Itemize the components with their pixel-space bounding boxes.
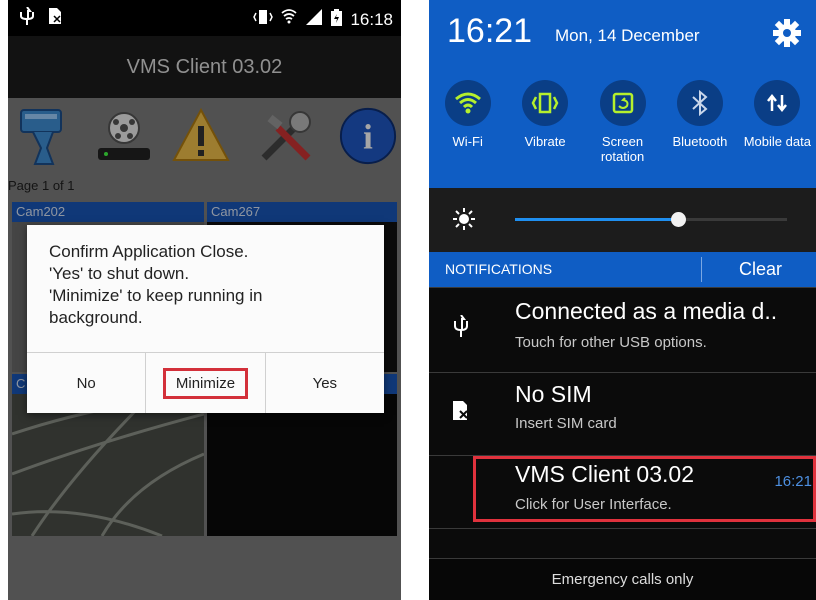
notification-subtitle: Touch for other USB options.	[515, 334, 707, 351]
usb-icon	[20, 6, 34, 30]
highlight-box	[473, 456, 816, 522]
wifi-icon	[281, 8, 298, 31]
bluetooth-icon	[676, 80, 723, 126]
quick-setting-label: Mobile data	[743, 134, 811, 149]
divider	[701, 257, 702, 282]
notification-title: No SIM	[515, 381, 592, 407]
dialog-line: Confirm Application Close.	[49, 242, 249, 261]
minimize-button[interactable]: Minimize	[146, 353, 266, 413]
status-bar: 16:18	[8, 0, 401, 36]
notifications-header: NOTIFICATIONS Clear	[429, 252, 816, 287]
usb-icon	[449, 314, 473, 338]
dialog-line: background.	[49, 308, 143, 327]
yes-button[interactable]: Yes	[266, 353, 384, 413]
dialog-buttons: No Minimize Yes	[27, 352, 384, 413]
no-button[interactable]: No	[27, 353, 147, 413]
yes-label: Yes	[312, 374, 338, 392]
brightness-thumb[interactable]	[671, 212, 686, 227]
brightness-slider[interactable]	[515, 212, 787, 227]
quick-settings: Wi-Fi Vibrate Screen rotation Bluetooth …	[429, 72, 816, 188]
quick-setting-label: Screen rotation	[600, 134, 645, 164]
notifications-title: NOTIFICATIONS	[445, 261, 553, 277]
gear-icon[interactable]	[772, 18, 802, 53]
clock: 16:21	[447, 12, 533, 50]
rotation-icon	[599, 80, 646, 126]
quick-setting-rotation[interactable]: Screen rotation	[584, 72, 661, 188]
mobile-data-icon	[754, 80, 801, 126]
date: Mon, 14 December	[555, 26, 700, 45]
dialog-line: 'Yes' to shut down.	[49, 264, 190, 283]
emergency-calls-label: Emergency calls only	[429, 558, 816, 600]
no-sim-icon	[48, 7, 62, 30]
quick-setting-bluetooth[interactable]: Bluetooth	[661, 72, 738, 188]
quick-setting-label: Bluetooth	[672, 134, 728, 149]
no-sim-icon	[449, 399, 473, 423]
right-phone-screen: 16:21 Mon, 14 December Wi-Fi Vibrate Scr…	[429, 0, 816, 600]
confirm-close-dialog: Confirm Application Close. 'Yes' to shut…	[27, 225, 384, 413]
clear-button[interactable]: Clear	[739, 259, 782, 280]
notification-usb[interactable]: Connected as a media d.. Touch for other…	[429, 287, 816, 372]
brightness-fill	[515, 218, 678, 221]
quick-setting-mobile-data[interactable]: Mobile data	[739, 72, 816, 188]
no-label: No	[76, 374, 96, 392]
quick-setting-label: Vibrate	[524, 134, 566, 149]
vibrate-icon	[253, 9, 274, 30]
quick-setting-vibrate[interactable]: Vibrate	[506, 72, 583, 188]
notification-subtitle: Insert SIM card	[515, 415, 617, 432]
brightness-icon	[453, 208, 475, 235]
dialog-message: Confirm Application Close. 'Yes' to shut…	[49, 241, 262, 329]
signal-icon	[305, 9, 323, 30]
dialog-line: 'Minimize' to keep running in	[49, 286, 263, 305]
quick-setting-wifi[interactable]: Wi-Fi	[429, 72, 506, 188]
vibrate-icon	[522, 80, 569, 126]
quick-setting-label: Wi-Fi	[452, 134, 483, 149]
notification-no-sim[interactable]: No SIM Insert SIM card	[429, 372, 816, 455]
wifi-icon	[444, 80, 491, 126]
notification-title: Connected as a media d..	[515, 298, 778, 324]
brightness-row	[429, 188, 816, 252]
status-time: 16:18	[350, 9, 393, 29]
left-phone-screen: 16:18 VMS Client 03.02 i Page 1 of 1 Cam…	[8, 0, 401, 600]
minimize-label: Minimize	[162, 367, 249, 399]
battery-icon	[331, 8, 343, 31]
empty-row	[429, 528, 816, 558]
notification-shade-header: 16:21 Mon, 14 December	[429, 0, 816, 72]
